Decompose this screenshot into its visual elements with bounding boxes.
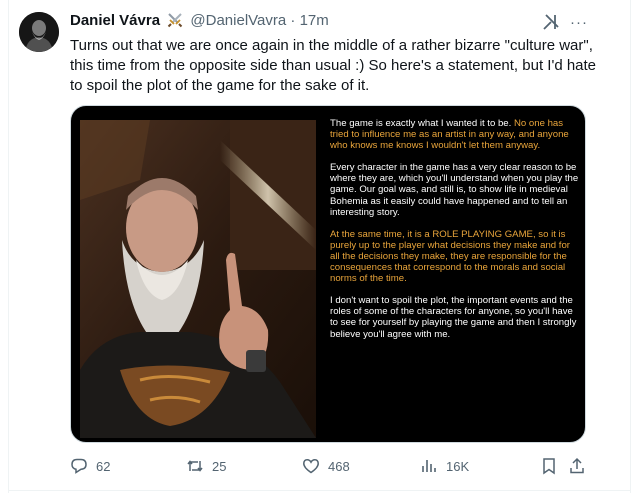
tweet-header: Daniel Vávra @DanielVavra · 17m: [70, 11, 329, 31]
tweet-divider: [8, 490, 630, 494]
bookmark-button[interactable]: [540, 455, 566, 477]
reply-button[interactable]: 62: [70, 455, 110, 477]
like-button[interactable]: 468: [302, 455, 350, 477]
avatar[interactable]: [19, 12, 59, 52]
statement-paragraph-1: The game is exactly what I wanted it to …: [330, 118, 582, 151]
views-button[interactable]: 16K: [420, 455, 469, 477]
repost-button[interactable]: 25: [186, 455, 226, 477]
reply-icon: [71, 458, 87, 474]
tweet-text: Turns out that we are once again in the …: [70, 37, 597, 94]
header-separator: ·: [290, 12, 296, 29]
repost-icon: [187, 460, 203, 472]
author-name[interactable]: Daniel Vávra: [70, 12, 160, 29]
views-count: 16K: [446, 458, 470, 474]
author-photo: [80, 120, 316, 438]
statement-text: The game is exactly what I wanted it to …: [330, 118, 582, 351]
like-count: 468: [328, 458, 350, 474]
share-button[interactable]: [568, 455, 594, 477]
more-icon[interactable]: ···: [570, 14, 588, 31]
share-icon: [570, 457, 584, 474]
grok-icon[interactable]: [542, 13, 560, 31]
statement-intro: The game is exactly what I wanted it to …: [330, 118, 512, 129]
like-icon: [303, 459, 319, 474]
timeline-right-border: [630, 0, 640, 493]
timeline-left-border: [0, 0, 9, 493]
views-icon: [422, 460, 436, 472]
crossed-swords-icon: [167, 12, 183, 28]
tweet-actions: 62 25 468 16K: [70, 455, 590, 477]
reply-count: 62: [96, 458, 111, 474]
statement-paragraph-4: I don't want to spoil the plot, the impo…: [330, 295, 577, 340]
bookmark-icon: [543, 458, 555, 475]
statement-paragraph-3: At the same time, it is a ROLE PLAYING G…: [330, 228, 570, 285]
statement-paragraph-2: Every character in the game has a very c…: [330, 162, 579, 218]
repost-count: 25: [212, 458, 227, 474]
author-handle[interactable]: @DanielVavra: [190, 12, 286, 29]
tweet-media-image[interactable]: The game is exactly what I wanted it to …: [70, 105, 586, 443]
tweet-time[interactable]: 17m: [300, 12, 329, 29]
